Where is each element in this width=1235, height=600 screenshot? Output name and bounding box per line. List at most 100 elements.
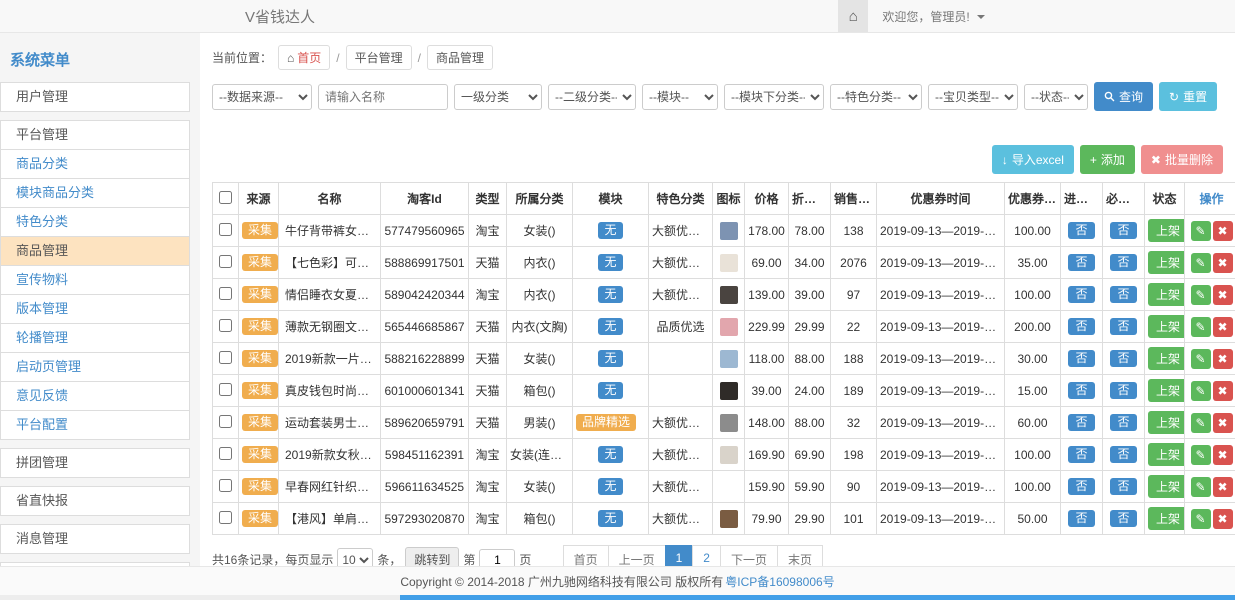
breadcrumb-item[interactable]: ⌂首页 bbox=[278, 45, 330, 70]
cell-icon bbox=[713, 343, 745, 375]
must-buy-toggle[interactable]: 否 bbox=[1110, 510, 1136, 528]
imported-toggle[interactable]: 否 bbox=[1068, 222, 1094, 240]
sidebar-item[interactable]: 特色分类 bbox=[1, 207, 189, 236]
module-sub-filter-select[interactable]: --模块下分类-- bbox=[724, 84, 824, 110]
status-button[interactable]: 上架 bbox=[1148, 411, 1185, 434]
delete-button[interactable]: ✖ bbox=[1213, 317, 1233, 337]
edit-button[interactable]: ✎ bbox=[1191, 381, 1211, 401]
sidebar-item[interactable]: 拼团管理 bbox=[1, 449, 189, 477]
delete-button[interactable]: ✖ bbox=[1213, 413, 1233, 433]
row-checkbox[interactable] bbox=[219, 319, 232, 332]
row-checkbox[interactable] bbox=[219, 415, 232, 428]
delete-button[interactable]: ✖ bbox=[1213, 477, 1233, 497]
row-checkbox[interactable] bbox=[219, 351, 232, 364]
status-button[interactable]: 上架 bbox=[1148, 219, 1185, 242]
edit-button[interactable]: ✎ bbox=[1191, 285, 1211, 305]
status-button[interactable]: 上架 bbox=[1148, 379, 1185, 402]
status-button[interactable]: 上架 bbox=[1148, 347, 1185, 370]
delete-button[interactable]: ✖ bbox=[1213, 253, 1233, 273]
cell-module: 无 bbox=[573, 375, 649, 407]
must-buy-toggle[interactable]: 否 bbox=[1110, 318, 1136, 336]
delete-button[interactable]: ✖ bbox=[1213, 221, 1233, 241]
imported-toggle[interactable]: 否 bbox=[1068, 318, 1094, 336]
delete-button[interactable]: ✖ bbox=[1213, 381, 1233, 401]
batch-delete-button[interactable]: ✖ 批量删除 bbox=[1141, 145, 1223, 174]
edit-button[interactable]: ✎ bbox=[1191, 317, 1211, 337]
breadcrumb-item[interactable]: 平台管理 bbox=[346, 45, 412, 70]
row-checkbox[interactable] bbox=[219, 383, 232, 396]
sidebar-item[interactable]: 商品分类 bbox=[1, 149, 189, 178]
imported-toggle[interactable]: 否 bbox=[1068, 254, 1094, 272]
status-button[interactable]: 上架 bbox=[1148, 283, 1185, 306]
source-filter-select[interactable]: --数据来源-- bbox=[212, 84, 312, 110]
module-filter-select[interactable]: --模块-- bbox=[642, 84, 718, 110]
status-button[interactable]: 上架 bbox=[1148, 443, 1185, 466]
delete-button[interactable]: ✖ bbox=[1213, 509, 1233, 529]
row-checkbox[interactable] bbox=[219, 287, 232, 300]
must-buy-toggle[interactable]: 否 bbox=[1110, 254, 1136, 272]
sidebar-item[interactable]: 省直快报 bbox=[1, 487, 189, 515]
name-search-input[interactable] bbox=[318, 84, 448, 110]
select-all-checkbox[interactable] bbox=[219, 191, 232, 204]
must-buy-toggle[interactable]: 否 bbox=[1110, 286, 1136, 304]
edit-button[interactable]: ✎ bbox=[1191, 477, 1211, 497]
home-button[interactable]: ⌂ bbox=[838, 0, 868, 32]
delete-button[interactable]: ✖ bbox=[1213, 445, 1233, 465]
status-button[interactable]: 上架 bbox=[1148, 251, 1185, 274]
imported-toggle[interactable]: 否 bbox=[1068, 478, 1094, 496]
level2-filter-select[interactable]: --二级分类-- bbox=[548, 84, 636, 110]
imported-toggle[interactable]: 否 bbox=[1068, 510, 1094, 528]
edit-button[interactable]: ✎ bbox=[1191, 413, 1211, 433]
must-buy-toggle[interactable]: 否 bbox=[1110, 478, 1136, 496]
reset-button[interactable]: ↻ 重置 bbox=[1159, 82, 1217, 111]
edit-button[interactable]: ✎ bbox=[1191, 221, 1211, 241]
edit-button[interactable]: ✎ bbox=[1191, 445, 1211, 465]
row-checkbox[interactable] bbox=[219, 255, 232, 268]
status-button[interactable]: 上架 bbox=[1148, 507, 1185, 530]
sidebar-item[interactable]: 模块商品分类 bbox=[1, 178, 189, 207]
feature-filter-select[interactable]: --特色分类-- bbox=[830, 84, 922, 110]
sidebar-item[interactable]: 平台配置 bbox=[1, 410, 189, 439]
sidebar-item[interactable]: 启动页管理 bbox=[1, 352, 189, 381]
edit-button[interactable]: ✎ bbox=[1191, 253, 1211, 273]
delete-button[interactable]: ✖ bbox=[1213, 285, 1233, 305]
sidebar-item[interactable]: 版本管理 bbox=[1, 294, 189, 323]
delete-button[interactable]: ✖ bbox=[1213, 349, 1233, 369]
must-buy-toggle[interactable]: 否 bbox=[1110, 382, 1136, 400]
add-button[interactable]: + 添加 bbox=[1080, 145, 1135, 174]
sidebar-item[interactable]: 意见反馈 bbox=[1, 381, 189, 410]
import-excel-button[interactable]: ↓ 导入excel bbox=[992, 145, 1074, 174]
item-type-filter-select[interactable]: --宝贝类型-- bbox=[928, 84, 1018, 110]
row-checkbox[interactable] bbox=[219, 447, 232, 460]
status-button[interactable]: 上架 bbox=[1148, 315, 1185, 338]
user-menu[interactable]: 欢迎您，管理员! bbox=[882, 8, 985, 25]
row-checkbox[interactable] bbox=[219, 223, 232, 236]
row-checkbox[interactable] bbox=[219, 479, 232, 492]
sidebar-item[interactable]: 商品管理 bbox=[1, 236, 189, 265]
imported-toggle[interactable]: 否 bbox=[1068, 446, 1094, 464]
cell-status: 上架 bbox=[1145, 439, 1185, 471]
sidebar-item[interactable]: 轮播管理 bbox=[1, 323, 189, 352]
must-buy-toggle[interactable]: 否 bbox=[1110, 446, 1136, 464]
breadcrumb-item[interactable]: 商品管理 bbox=[427, 45, 493, 70]
imported-toggle[interactable]: 否 bbox=[1068, 382, 1094, 400]
row-checkbox[interactable] bbox=[219, 511, 232, 524]
imported-toggle[interactable]: 否 bbox=[1068, 286, 1094, 304]
must-buy-toggle[interactable]: 否 bbox=[1110, 350, 1136, 368]
sidebar-item[interactable]: 宣传物料 bbox=[1, 265, 189, 294]
search-button[interactable]: 查询 bbox=[1094, 82, 1153, 111]
edit-button[interactable]: ✎ bbox=[1191, 349, 1211, 369]
imported-toggle[interactable]: 否 bbox=[1068, 350, 1094, 368]
imported-toggle[interactable]: 否 bbox=[1068, 414, 1094, 432]
must-buy-toggle[interactable]: 否 bbox=[1110, 414, 1136, 432]
sidebar-item[interactable]: 消息管理 bbox=[1, 525, 189, 553]
sidebar-item[interactable]: 平台管理 bbox=[1, 121, 189, 149]
status-button[interactable]: 上架 bbox=[1148, 475, 1185, 498]
cell-type: 淘宝 bbox=[469, 279, 507, 311]
sidebar-item[interactable]: 用户管理 bbox=[1, 83, 189, 111]
icp-link[interactable]: 粤ICP备16098006号 bbox=[725, 573, 834, 590]
edit-button[interactable]: ✎ bbox=[1191, 509, 1211, 529]
level1-filter-select[interactable]: 一级分类 bbox=[454, 84, 542, 110]
status-filter-select[interactable]: --状态-- bbox=[1024, 84, 1088, 110]
must-buy-toggle[interactable]: 否 bbox=[1110, 222, 1136, 240]
